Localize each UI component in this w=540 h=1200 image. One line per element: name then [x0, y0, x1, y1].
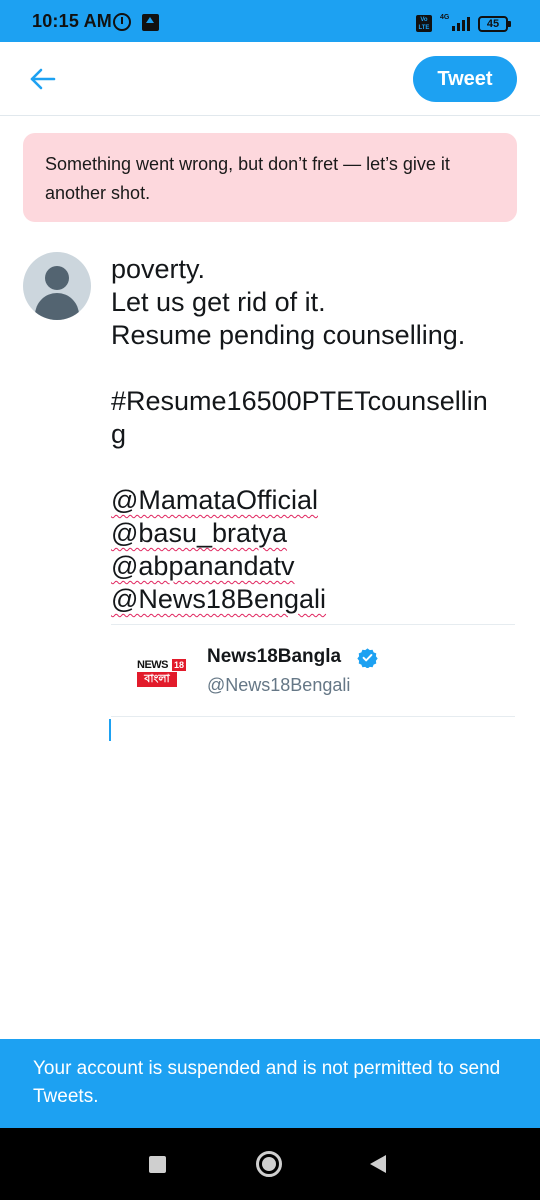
suggestion-display-name: News18Bangla: [207, 646, 342, 667]
status-time: 10:15 AM: [32, 11, 112, 31]
mention-text: @News18Bengali: [111, 584, 327, 614]
network-type-label: 4G: [440, 14, 450, 21]
mention-suggestion-item[interactable]: NEWS 18 বাংলা News18Bangla @News18Bengal…: [111, 624, 515, 717]
mention-text: @MamataOfficial: [111, 485, 318, 515]
account-suspended-notice: Your account is suspended and is not per…: [0, 1039, 540, 1128]
error-banner: Something went wrong, but don’t fret — l…: [23, 133, 517, 222]
battery-icon: 45: [478, 16, 511, 32]
compose-line: poverty.: [111, 254, 206, 284]
mention-text: @abpanandatv: [111, 551, 295, 581]
news18-logo-avatar: NEWS 18 বাংলা: [133, 645, 187, 699]
status-bar: 10:15 AM Vo LTE 4G 45: [0, 0, 540, 42]
volte-icon: Vo LTE: [416, 15, 432, 32]
default-avatar-icon: [23, 252, 91, 320]
system-nav-bar: [0, 1128, 540, 1200]
home-circle-icon[interactable]: [256, 1151, 282, 1177]
hashtag-line: #Resume16500PTETcounsellin: [111, 386, 488, 416]
verified-badge-icon: [357, 648, 378, 668]
logo-text: বাংলা: [137, 672, 177, 687]
tweet-compose-input[interactable]: poverty. Let us get rid of it. Resume pe…: [111, 253, 521, 616]
back-arrow-icon: [30, 68, 56, 90]
hashtag-line-wrap: g: [111, 419, 127, 449]
alarm-icon: [113, 13, 131, 31]
tweet-button[interactable]: Tweet: [413, 56, 517, 102]
suggestion-handle: @News18Bengali: [207, 675, 351, 695]
back-triangle-icon[interactable]: [370, 1155, 386, 1173]
logo-number: 18: [172, 659, 186, 671]
back-button[interactable]: [26, 62, 60, 96]
upload-icon: [142, 14, 159, 31]
signal-icon: [452, 17, 472, 31]
compose-header: Tweet: [0, 42, 540, 116]
compose-line: Resume pending counselling.: [111, 320, 466, 350]
mention-text: @basu_bratya: [111, 518, 288, 548]
text-cursor: [109, 719, 111, 741]
recents-square-icon[interactable]: [149, 1156, 166, 1173]
compose-line: Let us get rid of it.: [111, 287, 326, 317]
logo-text: NEWS: [137, 658, 171, 673]
